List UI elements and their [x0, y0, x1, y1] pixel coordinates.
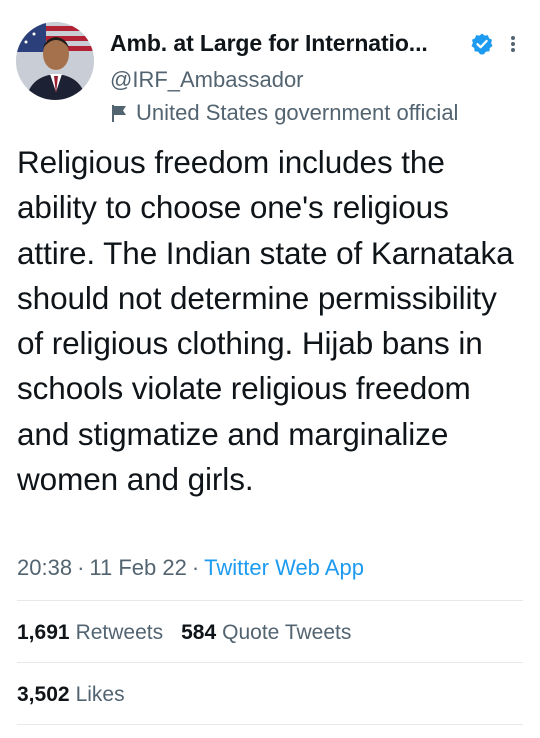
divider [17, 600, 523, 601]
tweet-source-link[interactable]: Twitter Web App [204, 555, 364, 580]
author-handle[interactable]: @IRF_Ambassador [110, 67, 304, 93]
engagement-stats: 1,691 Retweets 584 Quote Tweets [17, 621, 351, 645]
avatar[interactable] [16, 22, 94, 100]
likes-count: 3,502 [17, 683, 70, 706]
quote-tweets-stat[interactable]: 584 Quote Tweets [181, 621, 351, 644]
verified-badge-icon [471, 33, 493, 55]
government-label-text: United States government official [136, 100, 459, 125]
author-display-name[interactable]: Amb. at Large for Internatio... [110, 30, 428, 57]
meta-separator: · [77, 555, 85, 580]
likes-label: Likes [75, 683, 125, 706]
likes-stat[interactable]: 3,502 Likes [17, 683, 125, 707]
divider [17, 662, 523, 663]
more-options-icon[interactable] [506, 32, 520, 56]
tweet-date[interactable]: 11 Feb 22 [89, 555, 186, 580]
tweet-header: Amb. at Large for Internatio... @IRF_Amb… [0, 0, 540, 135]
quote-tweets-count: 584 [181, 621, 217, 644]
meta-separator: · [191, 555, 200, 580]
tweet-text: Religious freedom includes the ability t… [17, 144, 514, 498]
retweets-stat[interactable]: 1,691 Retweets [17, 621, 163, 644]
tweet-metadata: 20:38 · 11 Feb 22 · Twitter Web App [17, 555, 364, 581]
retweets-count: 1,691 [17, 621, 70, 644]
retweets-label: Retweets [75, 621, 164, 644]
avatar-image [16, 22, 94, 100]
quote-tweets-label: Quote Tweets [222, 621, 352, 644]
tweet-time[interactable]: 20:38 [17, 555, 72, 580]
flag-icon [112, 105, 126, 122]
divider [17, 724, 523, 725]
